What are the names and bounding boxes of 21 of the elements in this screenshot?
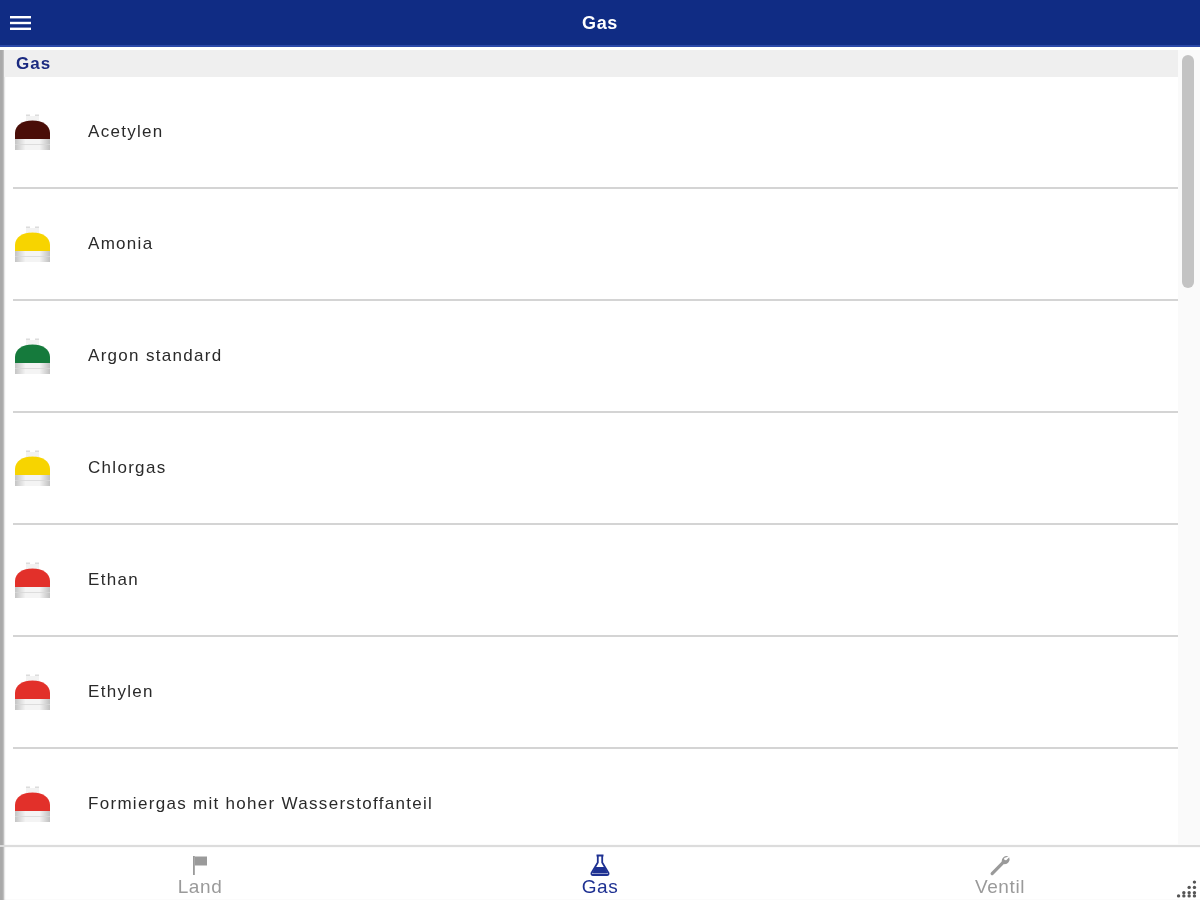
gas-list-item[interactable]: Amonia	[13, 189, 1178, 301]
gas-list-item[interactable]: Chlorgas	[13, 413, 1178, 525]
page-title: Gas	[582, 12, 618, 33]
gas-name: Ethylen	[88, 682, 154, 702]
gas-list-item[interactable]: Ethylen	[13, 637, 1178, 749]
wrench-icon[interactable]	[988, 853, 1012, 877]
menu-icon[interactable]	[10, 14, 31, 31]
gas-name: Formiergas mit hoher Wasserstoffanteil	[88, 794, 434, 814]
tab[interactable]: Gas	[400, 847, 800, 900]
resize-grip-icon[interactable]	[1176, 880, 1197, 898]
gas-name: Chlorgas	[88, 458, 167, 478]
gas-name: Amonia	[88, 234, 154, 254]
gas-name: Ethan	[88, 570, 139, 590]
gas-list-item[interactable]: Argon standard	[13, 301, 1178, 413]
gas-name: Argon standard	[88, 346, 223, 366]
gas-name: Acetylen	[88, 122, 164, 142]
gas-list-item[interactable]: Ethan	[13, 525, 1178, 637]
flask-icon[interactable]	[588, 853, 612, 877]
scrollbar-thumb[interactable]	[1182, 55, 1194, 288]
gas-list-item[interactable]: Acetylen	[13, 77, 1178, 189]
section-title: Gas	[16, 54, 52, 73]
